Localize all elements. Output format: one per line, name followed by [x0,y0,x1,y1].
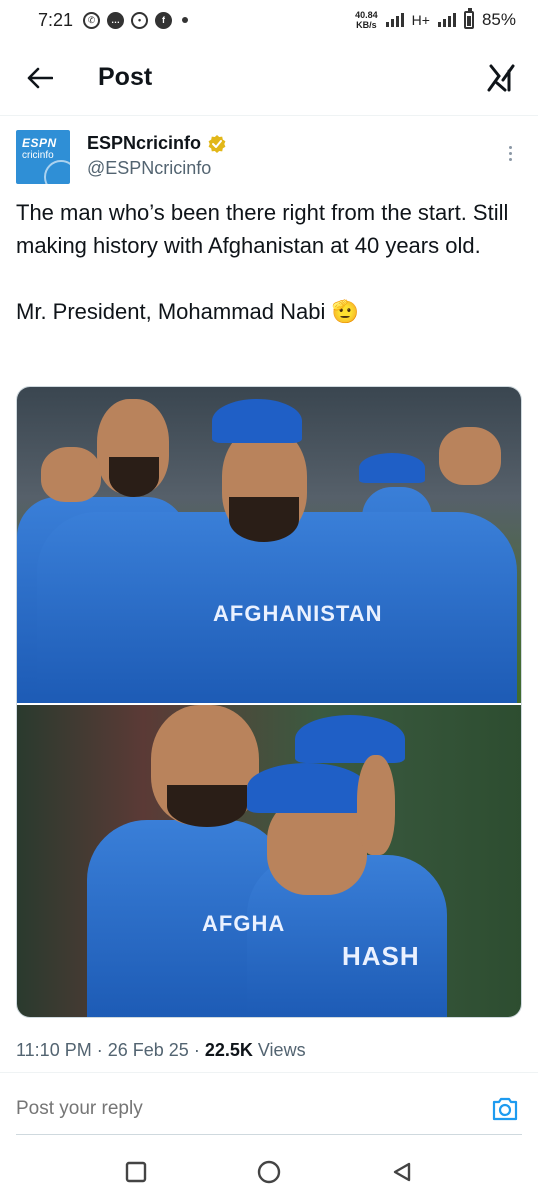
separator: · [96,1040,108,1060]
camera-button[interactable] [488,1092,522,1126]
android-nav-bar [0,1144,538,1200]
app-header: Post [0,40,538,116]
reply-underline [16,1134,522,1135]
camera-icon [492,1097,518,1121]
player-cap [359,453,425,483]
network-speed-value: 40.84 [355,10,378,20]
home-button[interactable] [254,1157,284,1187]
author-handle[interactable]: @ESPNcricinfo [87,158,227,179]
name-row: ESPNcricinfo [87,133,227,154]
reply-bar [0,1082,538,1136]
jersey-text: AFGHA [202,911,286,936]
battery-percent: 85% [481,10,516,29]
views-count[interactable]: 22.5K [205,1040,253,1060]
more-dot-icon [509,152,512,155]
raised-fist [439,427,501,485]
status-time: 7:21 [38,9,74,30]
tweet-text: The man who’s been there right from the … [16,196,522,328]
main-player-cap [212,399,302,443]
tweet-media[interactable]: AFGHANISTAN AFGHA HASH [16,386,522,1018]
grok-icon [487,64,515,91]
reply-input[interactable] [16,1098,488,1120]
main-player-beard [229,497,299,542]
tweet-meta: 11:10 PM · 26 Feb 25 · 22.5K Views [16,1040,306,1061]
page-title: Post [98,63,153,91]
square-icon [126,1161,147,1183]
tweet-time: 11:10 PM [16,1040,92,1060]
divider [0,1072,538,1073]
more-dot-icon [509,158,512,161]
player-beard [109,457,159,497]
separator: · [193,1040,205,1060]
status-bar: 7:21 ✆ … • f 40.84 KB/s H+ 85% [0,0,538,40]
battery-icon [463,8,474,29]
network-type: H+ [411,12,430,28]
back-button[interactable] [20,58,60,98]
cricket-ball-icon [44,160,70,184]
network-speed: 40.84 KB/s [355,10,378,30]
arrow-left-icon [27,67,53,88]
raised-fist [41,447,101,502]
more-notifications-icon [182,17,189,23]
player-cap [295,715,405,763]
network-speed-unit: KB/s [356,20,377,30]
circle-icon [257,1160,281,1184]
notification-icons: ✆ … • f [83,11,189,29]
whatsapp-icon: ✆ [83,11,101,29]
avatar-logo-line1: ESPN [22,136,57,150]
triangle-back-icon [393,1162,410,1182]
jersey-text: AFGHANISTAN [213,601,383,626]
status-right: 40.84 KB/s H+ 85% [355,8,516,30]
player-beard [167,785,247,827]
author-name[interactable]: ESPNcricinfo [87,133,201,154]
verified-badge-icon [208,134,226,153]
more-dot-icon [509,146,512,149]
player-face [357,755,395,855]
tweet-paragraph-2: Mr. President, Mohammad Nabi 🫡 [16,299,359,324]
tweet-paragraph-1: The man who’s been there right from the … [16,200,509,258]
author-info: ESPNcricinfo @ESPNcricinfo [87,133,227,179]
signal-icon-2 [437,13,456,27]
back-nav-button[interactable] [387,1157,417,1187]
photo-celebration-bottom[interactable]: AFGHA HASH [17,705,521,1017]
tweet-author: ESPN cricinfo ESPNcricinfo @ESPNcricinfo [16,130,522,190]
facebook-icon: f [155,11,173,29]
photo-celebration-top[interactable]: AFGHANISTAN [17,387,521,703]
signal-icon [385,13,404,27]
tweet-date: 26 Feb 25 [107,1040,189,1060]
chat-icon: … [107,11,125,29]
avatar[interactable]: ESPN cricinfo [16,130,70,184]
jersey-name: HASH [342,941,420,971]
more-options-button[interactable] [499,142,522,165]
grok-button[interactable] [484,61,518,95]
avatar-logo-line2: cricinfo [22,150,54,161]
player-cap [247,763,367,813]
views-label: Views [257,1040,306,1060]
app-notification-icon: • [131,11,149,29]
recent-apps-button[interactable] [121,1157,151,1187]
